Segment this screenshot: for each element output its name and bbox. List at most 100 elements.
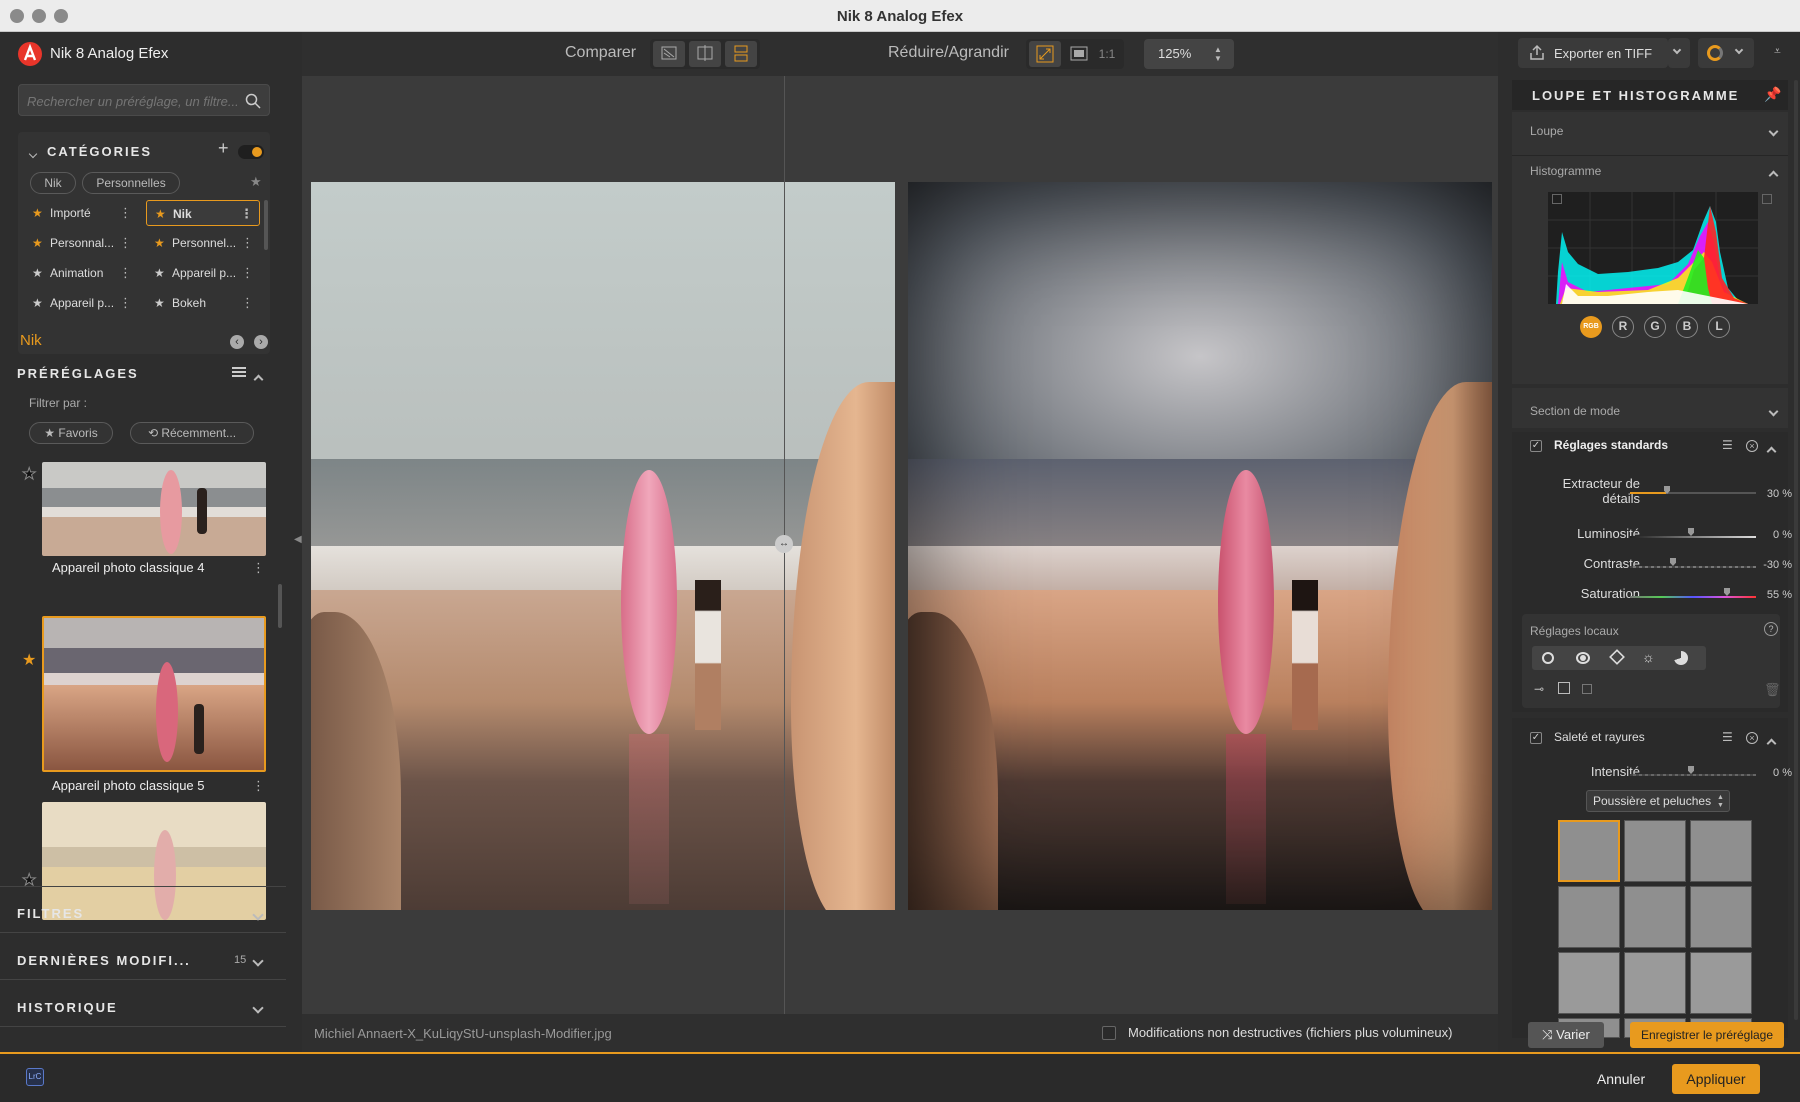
mode-section-expand-icon[interactable] (1768, 402, 1779, 420)
more-icon[interactable]: ⋮ (241, 230, 254, 256)
collapse-left-icon[interactable]: ◀ (294, 534, 302, 545)
highlight-clipping-toggle[interactable] (1762, 194, 1772, 204)
dirt-type-select[interactable]: Poussière et peluches ▲ ▼ (1586, 790, 1730, 812)
channel-l-button[interactable]: L (1708, 316, 1730, 338)
histogram-collapse-icon[interactable] (1768, 166, 1779, 184)
export-button[interactable]: Exporter en TIFF (1518, 38, 1668, 68)
luminance-tool-icon[interactable]: ☼ (1642, 649, 1655, 665)
fit-button[interactable] (1029, 41, 1061, 67)
category-item-appareil-2[interactable]: ★ Appareil p... ⋮ (24, 290, 138, 316)
mask-settings-icon[interactable]: ⊸ (1534, 682, 1544, 696)
texture-tile[interactable] (1624, 886, 1686, 948)
search-box[interactable] (18, 84, 270, 116)
preset-thumbnail-1[interactable] (42, 462, 266, 556)
preset-more-icon[interactable]: ⋮ (252, 778, 265, 794)
category-chip-nik[interactable]: Nik (30, 172, 76, 194)
next-icon[interactable]: › (254, 335, 268, 349)
plugin-switcher[interactable] (1698, 38, 1754, 68)
recent-expand-icon[interactable] (252, 952, 264, 970)
compare-overlay-button[interactable] (653, 41, 685, 67)
save-preset-button[interactable]: Enregistrer le préréglage (1630, 1022, 1784, 1048)
categories-collapse-icon[interactable] (28, 144, 38, 162)
previous-icon[interactable]: ‹ (230, 335, 244, 349)
saturation-slider[interactable] (1630, 596, 1756, 598)
filter-chip-recent[interactable]: ⟲ Récemment... (130, 422, 254, 444)
slider-thumb[interactable] (1724, 588, 1730, 596)
texture-tile[interactable] (1690, 820, 1752, 882)
non-destructive-checkbox[interactable] (1102, 1026, 1116, 1040)
dirt-collapse-icon[interactable] (1766, 734, 1777, 752)
split-divider[interactable] (784, 76, 785, 1044)
more-icon[interactable]: ⋮ (119, 260, 132, 286)
standard-menu-icon[interactable]: ☰ (1722, 438, 1733, 452)
more-icon[interactable]: ⋮ (241, 290, 254, 316)
pin-icon[interactable]: 📌 (1764, 86, 1781, 103)
standard-collapse-icon[interactable] (1766, 442, 1777, 460)
category-item-appareil-1[interactable]: ★ Appareil p... ⋮ (146, 260, 260, 286)
polygon-tool-icon[interactable] (1609, 649, 1625, 665)
preset-thumbnail-2[interactable] (42, 616, 266, 772)
category-item-nik[interactable]: ★ Nik ⋮ (146, 200, 260, 226)
category-item-bokeh[interactable]: ★ Bokeh ⋮ (146, 290, 260, 316)
standard-remove-icon[interactable]: × (1746, 440, 1758, 452)
favorite-star-icon[interactable]: ★ (22, 650, 36, 670)
mask-copy-icon[interactable] (1582, 684, 1592, 694)
help-icon[interactable]: ? (1764, 622, 1778, 636)
cancel-button[interactable]: Annuler (1586, 1066, 1656, 1092)
texture-tile[interactable] (1690, 886, 1752, 948)
vary-button[interactable]: ⤨ Varier (1528, 1022, 1604, 1048)
category-item-personnel[interactable]: ★ Personnel... ⋮ (146, 230, 260, 256)
texture-tile[interactable] (1624, 820, 1686, 882)
more-icon[interactable]: ⋮ (241, 260, 254, 286)
texture-tile[interactable] (1690, 952, 1752, 1014)
slider-thumb[interactable] (1688, 528, 1694, 536)
details-slider[interactable] (1630, 492, 1756, 494)
trash-icon[interactable]: 🗑 (1764, 682, 1781, 698)
texture-tile[interactable] (1558, 886, 1620, 948)
compare-split-button[interactable] (689, 41, 721, 67)
filters-expand-icon[interactable] (252, 906, 264, 924)
brush-tool-icon[interactable] (1576, 652, 1590, 664)
preset-more-icon[interactable]: ⋮ (252, 560, 265, 576)
intensity-slider[interactable] (1630, 774, 1756, 776)
brightness-slider[interactable] (1630, 536, 1756, 538)
dirt-enable-checkbox[interactable]: ✓ (1530, 732, 1542, 744)
categories-toggle[interactable] (238, 145, 264, 159)
category-item-animation[interactable]: ★ Animation ⋮ (24, 260, 138, 286)
more-icon[interactable]: ⋮ (240, 201, 253, 227)
favorite-categories-icon[interactable]: ★ (250, 174, 262, 190)
slider-thumb[interactable] (1670, 558, 1676, 566)
texture-tile[interactable] (1558, 820, 1620, 882)
list-menu-icon[interactable] (232, 367, 246, 377)
presets-scrollbar[interactable] (278, 584, 282, 628)
slider-thumb[interactable] (1688, 766, 1694, 774)
radial-tool-icon[interactable] (1542, 652, 1554, 664)
shadow-clipping-toggle[interactable] (1552, 194, 1562, 204)
favorite-star-icon[interactable]: ★ (21, 870, 36, 890)
category-item-importe[interactable]: ★ Importé ⋮ (24, 200, 138, 226)
preset-thumbnail-3[interactable] (42, 802, 266, 920)
apply-button[interactable]: Appliquer (1672, 1064, 1760, 1094)
more-icon[interactable]: ⋮ (119, 290, 132, 316)
filter-chip-favoris[interactable]: ★ Favoris (29, 422, 113, 444)
search-input[interactable] (27, 91, 237, 111)
compare-side-by-side-button[interactable] (725, 41, 757, 67)
texture-tile[interactable] (1624, 952, 1686, 1014)
channel-b-button[interactable]: B (1676, 316, 1698, 338)
lightroom-icon[interactable]: LrC (26, 1068, 44, 1086)
favorite-star-icon[interactable]: ★ (21, 464, 36, 484)
ratio-button[interactable]: 1:1 (1091, 41, 1123, 67)
texture-tile[interactable] (1558, 952, 1620, 1014)
zoom-select[interactable]: 125% ▲ ▼ (1144, 39, 1234, 69)
channel-g-button[interactable]: G (1644, 316, 1666, 338)
split-handle-icon[interactable]: ↔ (775, 535, 793, 553)
loupe-expand-icon[interactable] (1768, 122, 1779, 140)
categories-scrollbar[interactable] (264, 200, 268, 250)
dirt-menu-icon[interactable]: ☰ (1722, 730, 1733, 744)
history-expand-icon[interactable] (252, 999, 264, 1017)
dirt-remove-icon[interactable]: × (1746, 732, 1758, 744)
category-chip-personnelles[interactable]: Personnelles (82, 172, 180, 194)
channel-rgb-button[interactable]: RGB (1580, 316, 1602, 338)
panel-menu-icon[interactable]: ⩡ (1774, 44, 1781, 59)
export-dropdown[interactable] (1668, 38, 1690, 68)
